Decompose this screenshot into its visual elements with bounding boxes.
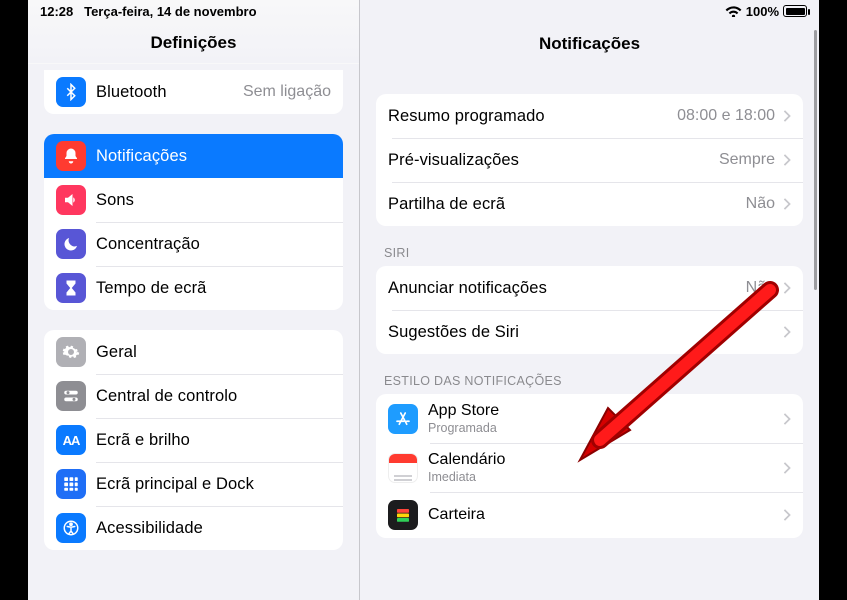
wifi-icon [725,5,742,17]
section-header-siri: SIRI [376,246,803,266]
sidebar-item-accessibility[interactable]: Acessibilidade [44,506,343,550]
device-frame: 12:28 Terça-feira, 14 de novembro 100% D… [0,0,847,600]
app-title: Carteira [428,506,775,524]
status-time-date: 12:28 Terça-feira, 14 de novembro [40,4,257,19]
sidebar-item-label: Concentração [96,235,331,254]
chevron-right-icon [783,509,791,521]
row-siri-suggestions[interactable]: Sugestões de Siri [376,310,803,354]
gear-icon [56,337,86,367]
settings-sidebar: Definições Bluetooth Sem ligação [28,0,360,600]
sidebar-item-display[interactable]: AA Ecrã e brilho [44,418,343,462]
status-date: Terça-feira, 14 de novembro [84,4,256,19]
chevron-right-icon [783,413,791,425]
detail-pane: Notificações Resumo programado 08:00 e 1… [360,0,819,600]
battery-icon [783,5,807,17]
section-header-style: ESTILO DAS NOTIFICAÇÕES [376,374,803,394]
chevron-right-icon [783,462,791,474]
detail-scroll[interactable]: Resumo programado 08:00 e 18:00 Pré-visu… [360,64,819,600]
row-screensharing[interactable]: Partilha de ecrã Não [376,182,803,226]
row-value: Não [746,279,775,297]
app-row-wallet[interactable]: Carteira [376,492,803,538]
sidebar-item-focus[interactable]: Concentração [44,222,343,266]
sidebar-item-label: Central de controlo [96,387,331,406]
sidebar-item-label: Ecrã principal e Dock [96,475,331,494]
battery-pct: 100% [746,4,779,19]
app-subtitle: Programada [428,421,775,435]
appstore-icon [388,404,418,434]
detail-group-siri: Anunciar notificações Não Sugestões de S… [376,266,803,354]
sidebar-item-bluetooth[interactable]: Bluetooth Sem ligação [44,70,343,114]
speaker-icon [56,185,86,215]
sidebar-item-homescreen[interactable]: Ecrã principal e Dock [44,462,343,506]
sidebar-item-label: Bluetooth [96,83,235,102]
sidebar-item-label: Notificações [96,147,331,166]
sidebar-item-label: Tempo de ecrã [96,279,331,298]
sidebar-item-general[interactable]: Geral [44,330,343,374]
switches-icon [56,381,86,411]
bell-icon [56,141,86,171]
row-scheduled-summary[interactable]: Resumo programado 08:00 e 18:00 [376,94,803,138]
text-size-icon: AA [56,425,86,455]
status-time: 12:28 [40,4,73,19]
split-view: Definições Bluetooth Sem ligação [28,0,819,600]
row-label: Pré-visualizações [388,151,711,170]
sidebar-item-value: Sem ligação [243,83,331,101]
app-text: App Store Programada [428,402,775,435]
sidebar-item-label: Ecrã e brilho [96,431,331,450]
row-value: Não [746,195,775,213]
row-label: Resumo programado [388,107,669,126]
sidebar-item-label: Geral [96,343,331,362]
app-text: Carteira [428,506,775,525]
app-row-appstore[interactable]: App Store Programada [376,394,803,443]
bluetooth-icon [56,77,86,107]
grid-icon [56,469,86,499]
sidebar-scroll[interactable]: Bluetooth Sem ligação Notificações [28,64,359,600]
row-value: 08:00 e 18:00 [677,107,775,125]
scroll-indicator[interactable] [814,30,817,290]
status-bar: 12:28 Terça-feira, 14 de novembro 100% [28,0,819,22]
row-label: Sugestões de Siri [388,323,775,342]
row-announce[interactable]: Anunciar notificações Não [376,266,803,310]
app-title: Calendário [428,451,775,469]
accessibility-icon [56,513,86,543]
calendar-icon [388,453,418,483]
row-previews[interactable]: Pré-visualizações Sempre [376,138,803,182]
sidebar-item-sounds[interactable]: Sons [44,178,343,222]
row-label: Anunciar notificações [388,279,738,298]
chevron-right-icon [783,282,791,294]
sidebar-item-notifications[interactable]: Notificações [44,134,343,178]
sidebar-group-general: Geral Central de controlo AA Ecrã e bril… [44,330,343,550]
sidebar-item-label: Acessibilidade [96,519,331,538]
detail-group-apps: App Store Programada Calendário Imediata [376,394,803,538]
detail-group-main: Resumo programado 08:00 e 18:00 Pré-visu… [376,94,803,226]
row-label: Partilha de ecrã [388,195,738,214]
hourglass-icon [56,273,86,303]
status-right: 100% [725,4,807,19]
chevron-right-icon [783,154,791,166]
chevron-right-icon [783,198,791,210]
sidebar-group-notifications: Notificações Sons Concentr [44,134,343,310]
row-value: Sempre [719,151,775,169]
sidebar-item-controlcenter[interactable]: Central de controlo [44,374,343,418]
wallet-icon [388,500,418,530]
app-text: Calendário Imediata [428,451,775,484]
chevron-right-icon [783,326,791,338]
app-title: App Store [428,402,775,420]
sidebar-item-screentime[interactable]: Tempo de ecrã [44,266,343,310]
sidebar-item-label: Sons [96,191,331,210]
app-row-calendar[interactable]: Calendário Imediata [376,443,803,492]
moon-icon [56,229,86,259]
app-subtitle: Imediata [428,470,775,484]
sidebar-group-connectivity: Bluetooth Sem ligação [44,70,343,114]
chevron-right-icon [783,110,791,122]
screen: 12:28 Terça-feira, 14 de novembro 100% D… [28,0,819,600]
